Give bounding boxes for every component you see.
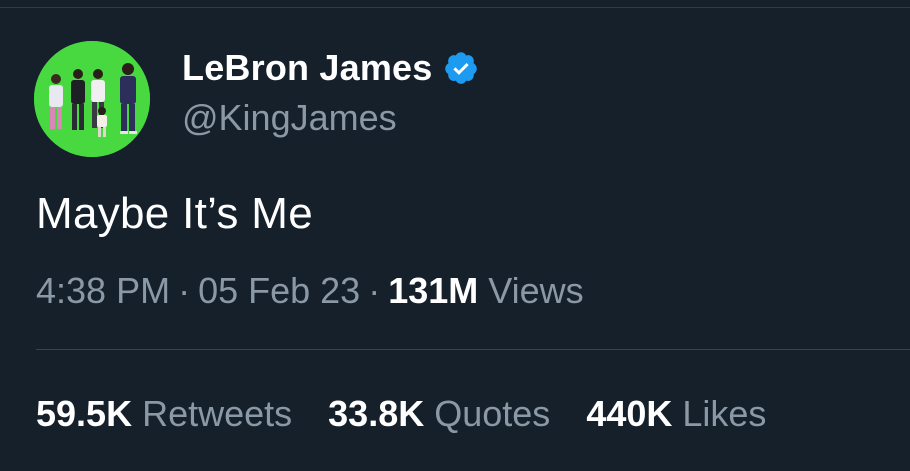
avatar[interactable] bbox=[34, 41, 150, 157]
likes-stat[interactable]: 440K Likes bbox=[586, 393, 766, 435]
tweet-text: Maybe It’s Me bbox=[36, 189, 313, 238]
tweet-meta: 4:38 PM · 05 Feb 23 · 131M Views bbox=[36, 270, 584, 312]
retweets-label: Retweets bbox=[142, 393, 293, 434]
tweet-date[interactable]: 05 Feb 23 bbox=[198, 270, 360, 311]
tweet-time[interactable]: 4:38 PM bbox=[36, 270, 170, 311]
author-display-name[interactable]: LeBron James bbox=[182, 47, 433, 89]
retweets-stat[interactable]: 59.5K Retweets bbox=[36, 393, 292, 435]
meta-separator: · bbox=[178, 270, 191, 311]
meta-separator: · bbox=[368, 270, 381, 311]
quotes-stat[interactable]: 33.8K Quotes bbox=[328, 393, 550, 435]
tweet-detail: LeBron James @KingJames Maybe It’s Me 4:… bbox=[0, 0, 910, 471]
author-name-row: LeBron James bbox=[182, 46, 479, 90]
profile-photo bbox=[34, 41, 150, 157]
stats-divider bbox=[36, 349, 910, 350]
quotes-count: 33.8K bbox=[328, 393, 425, 434]
engagement-stats: 59.5K Retweets 33.8K Quotes 440K Likes bbox=[36, 393, 802, 435]
quotes-label: Quotes bbox=[434, 393, 551, 434]
retweets-count: 59.5K bbox=[36, 393, 133, 434]
likes-label: Likes bbox=[682, 393, 767, 434]
views-count: 131M bbox=[388, 270, 479, 311]
views-label: Views bbox=[488, 270, 584, 311]
author-handle[interactable]: @KingJames bbox=[182, 97, 397, 139]
verified-badge-icon[interactable] bbox=[443, 50, 479, 86]
top-divider bbox=[0, 7, 910, 8]
likes-count: 440K bbox=[586, 393, 673, 434]
